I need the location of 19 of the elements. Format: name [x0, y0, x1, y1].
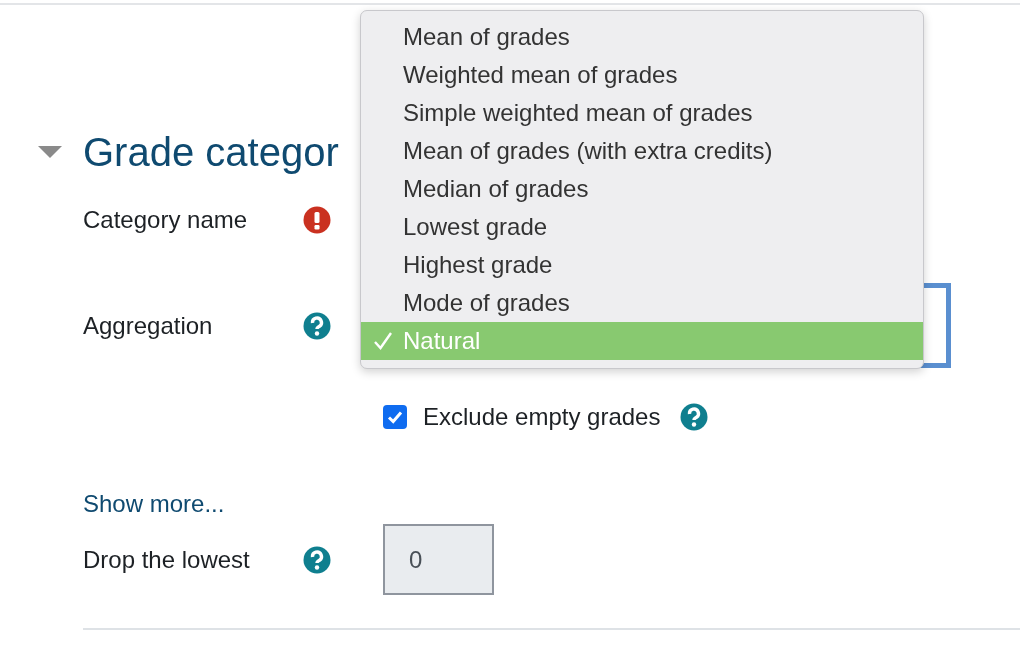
dropdown-option[interactable]: Median of grades	[361, 170, 923, 208]
check-icon	[373, 332, 393, 350]
checkbox-label: Exclude empty grades	[423, 403, 661, 431]
collapse-caret-icon[interactable]	[38, 146, 62, 158]
help-icon[interactable]	[680, 403, 709, 431]
checkbox[interactable]	[383, 405, 407, 429]
field-label: Aggregation	[83, 311, 214, 340]
section-heading: Grade categor	[83, 129, 339, 175]
dropdown-option[interactable]: Mode of grades	[361, 284, 923, 322]
dropdown-option[interactable]: Simple weighted mean of grades	[361, 94, 923, 132]
help-icon[interactable]	[303, 311, 331, 340]
dropdown-option[interactable]: Lowest grade	[361, 208, 923, 246]
dropdown-option[interactable]: Weighted mean of grades	[361, 56, 923, 94]
dropdown-option[interactable]: Mean of grades	[361, 18, 923, 56]
field-label: Category name	[83, 206, 249, 234]
field-label: Drop the lowest	[83, 545, 251, 574]
show-more-link[interactable]: Show more...	[83, 490, 225, 518]
dropdown-option[interactable]: Mean of grades (with extra credits)	[361, 132, 923, 170]
dropdown-option[interactable]: Highest grade	[361, 246, 923, 284]
